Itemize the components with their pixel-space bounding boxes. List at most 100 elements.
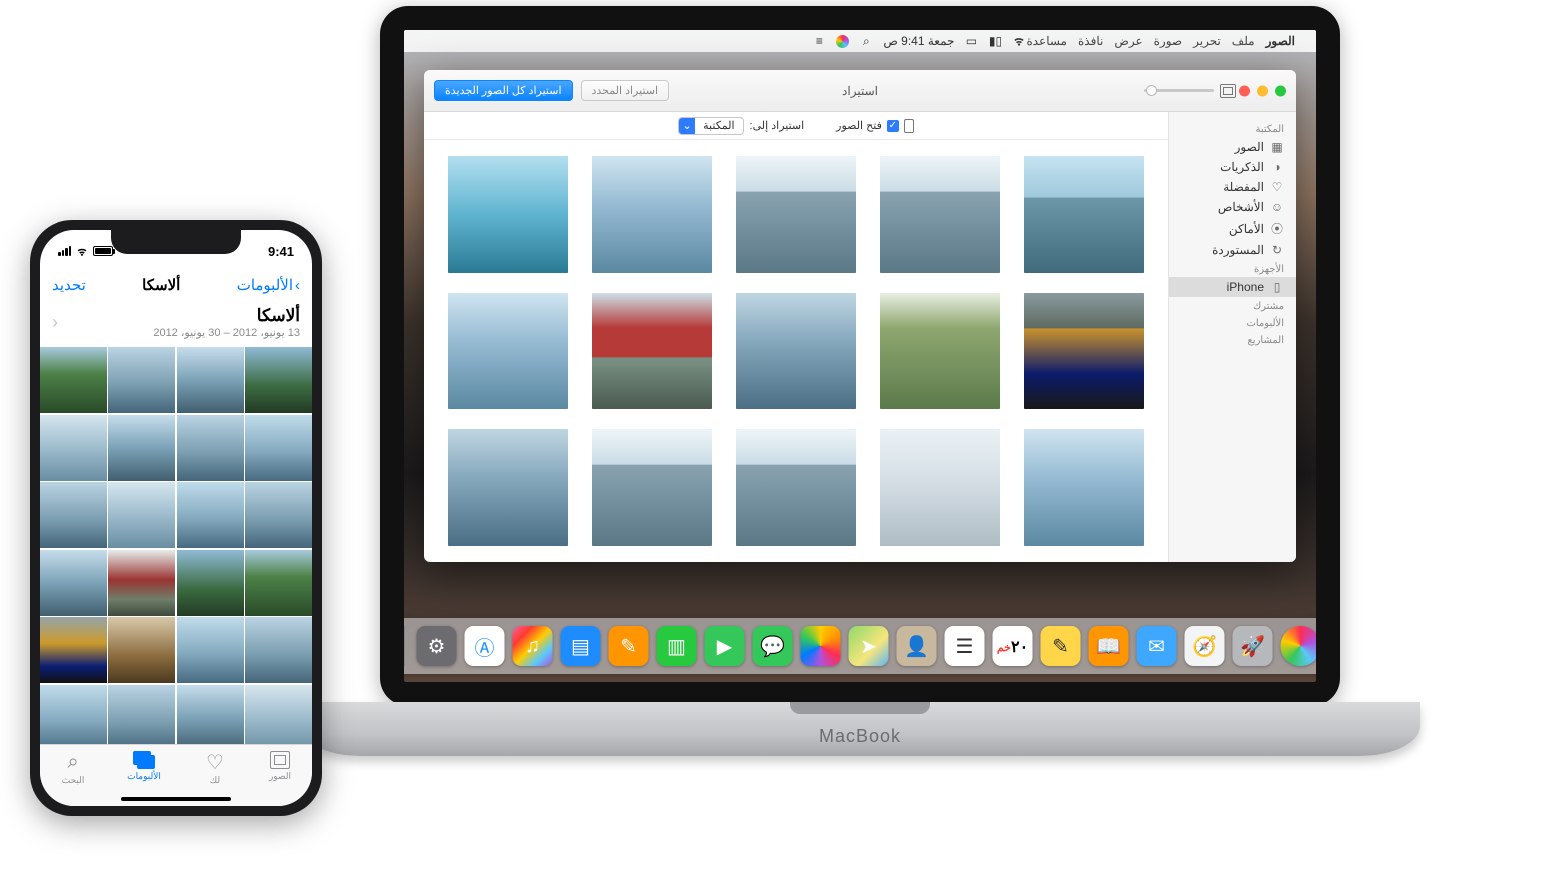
menu-view[interactable]: عرض <box>1114 34 1142 48</box>
import-thumbnail[interactable] <box>1024 293 1144 410</box>
photo-thumbnail[interactable] <box>177 617 244 683</box>
zoom-grid-icon <box>1220 84 1236 98</box>
import-all-new-button[interactable]: استيراد كل الصور الجديدة <box>434 80 573 101</box>
photo-thumbnail[interactable] <box>245 415 312 481</box>
menu-extra-icon[interactable]: ≡ <box>812 34 826 48</box>
photo-thumbnail[interactable] <box>108 415 175 481</box>
nav-select-button[interactable]: تحديد <box>52 276 86 294</box>
import-thumbnail[interactable] <box>880 293 1000 410</box>
zoom-slider[interactable] <box>1144 89 1214 92</box>
nav-back-button[interactable]: › الألبومات <box>237 276 300 294</box>
import-thumbnail[interactable] <box>592 156 712 273</box>
tab-albums[interactable]: الألبومات <box>127 751 161 782</box>
dock-reminders[interactable]: ☰ <box>945 626 985 666</box>
menu-help[interactable]: مساعدة <box>1026 34 1067 48</box>
photo-thumbnail[interactable] <box>108 550 175 616</box>
tab-photos[interactable]: الصور <box>269 751 291 782</box>
dock-maps[interactable]: ➤ <box>849 626 889 666</box>
sidebar-item-imports[interactable]: ↻المستوردة <box>1169 240 1296 260</box>
photo-thumbnail[interactable] <box>177 482 244 548</box>
dock-siri[interactable] <box>1281 626 1317 666</box>
dock-safari[interactable]: 🧭 <box>1185 626 1225 666</box>
import-thumbnail[interactable] <box>448 429 568 546</box>
menu-edit[interactable]: تحرير <box>1193 34 1221 48</box>
siri-icon[interactable] <box>836 35 849 48</box>
import-thumbnail[interactable] <box>592 429 712 546</box>
photo-thumbnail[interactable] <box>177 550 244 616</box>
menu-image[interactable]: صورة <box>1154 34 1182 48</box>
dock-calendar[interactable]: خم٢٠ <box>993 626 1033 666</box>
airplay-icon[interactable]: ▭ <box>964 34 978 48</box>
photo-thumbnail[interactable] <box>177 685 244 751</box>
dock-system-preferences[interactable]: ⚙ <box>417 626 457 666</box>
dock-mail[interactable]: ✉ <box>1137 626 1177 666</box>
import-selected-button[interactable]: استيراد المحدد <box>581 80 670 101</box>
dock-pages[interactable]: ✎ <box>609 626 649 666</box>
photo-thumbnail[interactable] <box>108 347 175 413</box>
sidebar-item-favorites[interactable]: ♡المفضلة <box>1169 177 1296 197</box>
tab-search[interactable]: ⌕البحث <box>61 751 85 786</box>
import-thumbnail[interactable] <box>1024 156 1144 273</box>
dock-contacts[interactable]: 👤 <box>897 626 937 666</box>
battery-icon[interactable]: ▮▯ <box>988 34 1002 48</box>
wifi-icon[interactable] <box>1012 34 1026 48</box>
photo-thumbnail[interactable] <box>108 617 175 683</box>
photo-thumbnail[interactable] <box>245 482 312 548</box>
photo-thumbnail[interactable] <box>40 482 107 548</box>
photo-thumbnail[interactable] <box>245 550 312 616</box>
photo-thumbnail[interactable] <box>245 347 312 413</box>
photo-thumbnail[interactable] <box>108 482 175 548</box>
spotlight-icon[interactable]: ⌕ <box>859 34 873 48</box>
open-photos-checkbox[interactable]: ✓ <box>887 120 899 132</box>
photo-thumbnail[interactable] <box>40 617 107 683</box>
dock-itunes[interactable]: ♫ <box>513 626 553 666</box>
sidebar-item-places[interactable]: ⦿الأماكن <box>1169 217 1296 240</box>
import-thumbnail[interactable] <box>592 293 712 410</box>
sidebar-item-people[interactable]: ☺الأشخاص <box>1169 197 1296 217</box>
import-content: ✓ فتح الصور استيراد إلى: المكتبة ⌄ <box>424 112 1168 562</box>
photo-thumbnail[interactable] <box>40 415 107 481</box>
menu-file[interactable]: ملف <box>1232 34 1255 48</box>
photo-thumbnail[interactable] <box>245 685 312 751</box>
import-thumbnail[interactable] <box>880 429 1000 546</box>
album-subheader[interactable]: ألاسكا 13 يونيو، 2012 – 30 يونيو، 2012 ‹ <box>40 304 312 347</box>
sidebar-item-iphone[interactable]: ▯iPhone <box>1169 277 1296 297</box>
dock-photos[interactable] <box>801 626 841 666</box>
import-to-select[interactable]: المكتبة ⌄ <box>678 117 743 135</box>
minimize-window-button[interactable] <box>1257 85 1268 96</box>
import-thumbnail[interactable] <box>448 156 568 273</box>
photo-thumbnail[interactable] <box>40 685 107 751</box>
tab-for-you[interactable]: ♡لك <box>203 751 227 786</box>
dock-app-store[interactable]: Ⓐ <box>465 626 505 666</box>
dock-numbers[interactable]: ▥ <box>657 626 697 666</box>
photo-thumbnail[interactable] <box>40 347 107 413</box>
close-window-button[interactable] <box>1239 85 1250 96</box>
macbook-device: الصور ملف تحرير صورة عرض نافذة مساعدة ≡ … <box>300 0 1420 820</box>
photo-thumbnail[interactable] <box>108 685 175 751</box>
import-thumbnail[interactable] <box>736 293 856 410</box>
photo-thumbnail[interactable] <box>40 550 107 616</box>
menubar-clock[interactable]: جمعة 9:41 ص <box>883 34 954 48</box>
import-thumbnail[interactable] <box>1024 429 1144 546</box>
menu-window[interactable]: نافذة <box>1078 34 1103 48</box>
import-thumbnail[interactable] <box>448 293 568 410</box>
dock-notes[interactable]: ✎ <box>1041 626 1081 666</box>
dock-launchpad[interactable]: 🚀 <box>1233 626 1273 666</box>
dock-facetime[interactable]: ▶ <box>705 626 745 666</box>
dock-keynote[interactable]: ▤ <box>561 626 601 666</box>
sidebar-item-memories[interactable]: ◑الذكريات <box>1169 157 1296 177</box>
photo-thumbnail[interactable] <box>177 347 244 413</box>
sidebar-item-photos[interactable]: ▦الصور <box>1169 137 1296 157</box>
import-thumbnail[interactable] <box>736 429 856 546</box>
thumbnail-zoom-control[interactable] <box>1144 84 1236 98</box>
photo-thumbnail[interactable] <box>245 617 312 683</box>
import-thumbnail[interactable] <box>736 156 856 273</box>
ios-photos-grid <box>40 347 312 751</box>
photo-thumbnail[interactable] <box>177 415 244 481</box>
import-thumbnail[interactable] <box>880 156 1000 273</box>
maximize-window-button[interactable] <box>1275 85 1286 96</box>
dock-ibooks[interactable]: 📖 <box>1089 626 1129 666</box>
dock-messages[interactable]: 💬 <box>753 626 793 666</box>
menubar-app-name[interactable]: الصور <box>1266 34 1295 48</box>
home-indicator[interactable] <box>121 797 231 801</box>
